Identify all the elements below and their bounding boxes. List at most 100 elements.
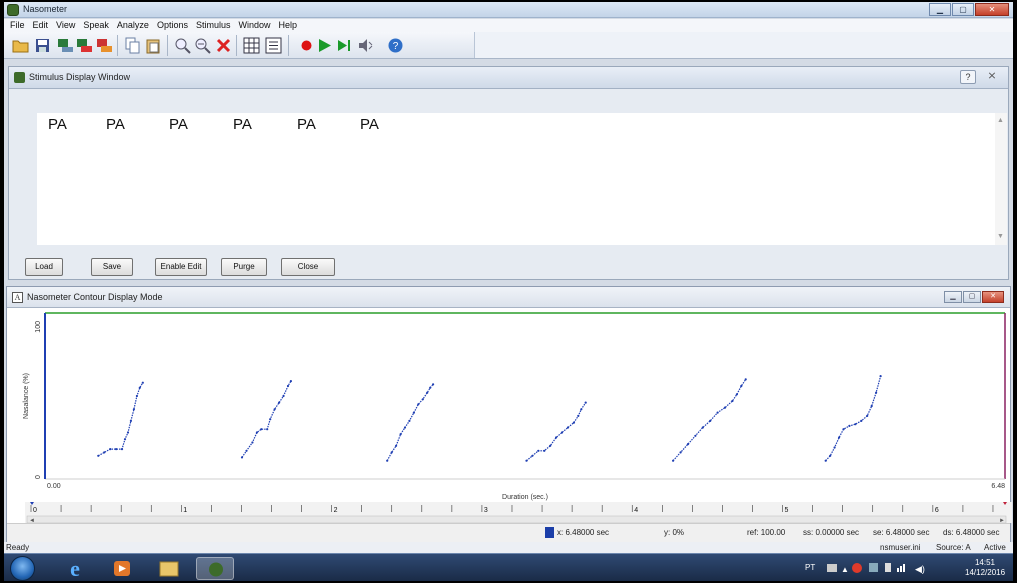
- contour-point: [251, 441, 254, 444]
- pc-orange-icon[interactable]: [96, 37, 113, 54]
- ruler-label: 3: [484, 507, 488, 514]
- contour-point: [577, 414, 580, 417]
- nasalance-contour-plot[interactable]: 100 0 Nasalance (%) 0.00 6.48 Duration (…: [7, 309, 1012, 523]
- grid-icon[interactable]: [243, 37, 260, 54]
- minimize-button[interactable]: ▁: [929, 3, 951, 16]
- menu-file[interactable]: File: [6, 19, 29, 32]
- contour-point: [129, 419, 132, 422]
- contour-minimize-button[interactable]: ▁: [944, 291, 962, 303]
- contour-point: [255, 431, 258, 434]
- ref-readout: ref: 100.00: [747, 528, 786, 537]
- clock-time: 14:51: [974, 558, 996, 567]
- save-icon[interactable]: [34, 37, 51, 54]
- ruler-label: 2: [334, 507, 338, 514]
- internet-explorer-icon[interactable]: e: [56, 556, 94, 581]
- network-icon: [897, 568, 899, 572]
- contour-point: [395, 444, 398, 447]
- contour-point: [429, 386, 432, 389]
- copy-icon[interactable]: [124, 37, 141, 54]
- paste-icon[interactable]: [145, 37, 162, 54]
- save-button[interactable]: Save: [91, 258, 133, 276]
- status-bar: Ready nsmuser.ini Source: A Active: [4, 542, 1013, 553]
- contour-point: [109, 448, 112, 451]
- language-indicator[interactable]: PT: [805, 563, 815, 572]
- contour-close-button[interactable]: ✕: [982, 291, 1004, 303]
- contour-point: [525, 459, 528, 462]
- record-icon[interactable]: [298, 37, 315, 54]
- flag-icon: [869, 563, 878, 572]
- menu-window[interactable]: Window: [235, 19, 275, 32]
- contour-point: [842, 428, 845, 431]
- system-tray: PT ▲ ◀) 14:51 14/12/2016: [805, 556, 1005, 580]
- play-icon[interactable]: [316, 37, 333, 54]
- close-stimulus-button[interactable]: Close: [281, 258, 335, 276]
- stimulus-word: PA: [297, 116, 316, 133]
- contour-point: [723, 406, 727, 409]
- contour-point: [679, 451, 682, 454]
- stimulus-word: PA: [169, 116, 188, 133]
- contour-point: [245, 449, 248, 452]
- enable-edit-button[interactable]: Enable Edit: [155, 258, 207, 276]
- contour-point: [848, 424, 851, 427]
- stimulus-scrollbar[interactable]: ▲ ▼: [995, 113, 1007, 245]
- stimulus-close-icon[interactable]: ⨯: [984, 70, 1000, 84]
- contour-point: [875, 391, 878, 394]
- menu-stimulus[interactable]: Stimulus: [192, 19, 235, 32]
- contour-point: [115, 448, 118, 451]
- app-icon: [14, 72, 25, 83]
- contour-point: [537, 449, 540, 452]
- play-selection-icon[interactable]: [336, 37, 353, 54]
- maximize-button[interactable]: ▢: [952, 3, 974, 16]
- open-folder-icon[interactable]: [12, 37, 29, 54]
- purge-button[interactable]: Purge: [221, 258, 267, 276]
- speaker-icon[interactable]: [357, 37, 374, 54]
- ruler-label: 6: [935, 507, 939, 514]
- contour-series-5: [672, 379, 747, 462]
- menu-edit[interactable]: Edit: [29, 19, 53, 32]
- tray-icons: ▲ ◀): [827, 563, 925, 574]
- contour-point: [560, 431, 564, 434]
- start-button[interactable]: [10, 556, 35, 581]
- menu-view[interactable]: View: [52, 19, 79, 32]
- ss-readout: ss: 0.00000 sec: [803, 528, 860, 537]
- stimulus-text-area[interactable]: PA PA PA PA PA PA ▲ ▼: [37, 113, 1007, 245]
- contour-point: [686, 443, 690, 446]
- contour-maximize-button[interactable]: ▢: [963, 291, 981, 303]
- load-button[interactable]: Load: [25, 258, 63, 276]
- stimulus-title-bar: Stimulus Display Window ? ⨯: [9, 67, 1008, 89]
- media-player-icon[interactable]: [103, 557, 141, 580]
- menu-speak[interactable]: Speak: [79, 19, 113, 32]
- menu-analyze[interactable]: Analyze: [113, 19, 153, 32]
- menu-options[interactable]: Options: [153, 19, 192, 32]
- y-bottom-label: 0: [35, 475, 42, 479]
- zoom-in-icon[interactable]: [194, 37, 211, 54]
- contour-point: [716, 411, 719, 414]
- list-icon[interactable]: [265, 37, 282, 54]
- help-icon[interactable]: ?: [387, 37, 404, 54]
- scroll-down-icon[interactable]: ▼: [997, 233, 1004, 240]
- pc-icon[interactable]: [57, 37, 74, 54]
- menu-help[interactable]: Help: [275, 19, 302, 32]
- nasometer-taskbar-icon[interactable]: [196, 557, 234, 580]
- contour-point: [403, 426, 407, 429]
- contour-point: [138, 386, 141, 389]
- close-button[interactable]: ✕: [975, 3, 1009, 16]
- contour-point: [103, 451, 106, 454]
- delete-icon[interactable]: [215, 37, 232, 54]
- contour-series-1: [98, 382, 144, 457]
- svg-text:?: ?: [393, 41, 399, 52]
- file-explorer-icon[interactable]: [150, 557, 188, 580]
- help-button[interactable]: ?: [960, 70, 976, 84]
- zoom-out-icon[interactable]: [174, 37, 191, 54]
- battery-icon: [885, 563, 891, 572]
- contour-point: [132, 408, 135, 411]
- clock-date: 14/12/2016: [965, 568, 1006, 577]
- clock[interactable]: 14:51 14/12/2016: [965, 558, 1005, 578]
- contour-point: [555, 436, 558, 439]
- pc-red-icon[interactable]: [76, 37, 93, 54]
- horizontal-scrollbar[interactable]: [26, 515, 1007, 523]
- contour-point: [701, 426, 704, 429]
- scroll-up-icon[interactable]: ▲: [997, 117, 1004, 124]
- contour-point: [543, 449, 546, 452]
- title-bar: Nasometer ▁ ▢ ✕: [4, 2, 1013, 18]
